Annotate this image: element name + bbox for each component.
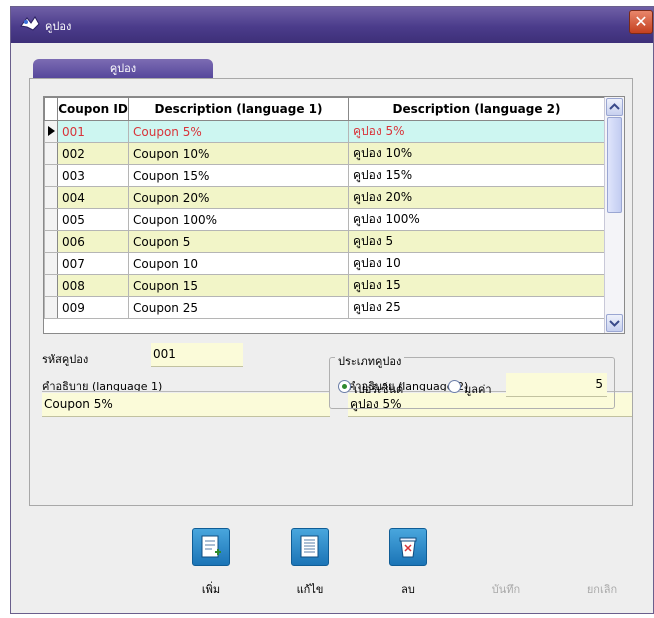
table-row[interactable]: 003 Coupon 15% คูปอง 15% xyxy=(44,164,605,187)
delete-button[interactable] xyxy=(389,528,427,566)
desc1-divider xyxy=(42,391,330,392)
desc2-cell[interactable]: คูปอง 25 xyxy=(348,296,605,319)
table-row[interactable]: 006 Coupon 5 คูปอง 5 xyxy=(44,230,605,253)
coupon-grid[interactable]: Coupon ID Description (language 1) Descr… xyxy=(43,96,625,334)
coupon-id-cell[interactable]: 004 xyxy=(57,186,129,209)
action-toolbar: เพิ่ม แก้ไข ลบ บันทึก ยกเลิก xyxy=(11,514,653,615)
scroll-thumb[interactable] xyxy=(607,117,622,213)
row-selector[interactable] xyxy=(44,296,58,319)
add-label[interactable]: เพิ่ม xyxy=(181,580,241,598)
desc1-cell[interactable]: Coupon 25 xyxy=(128,296,349,319)
window-title: คูปอง xyxy=(45,20,72,33)
table-row[interactable]: 009 Coupon 25 คูปอง 25 xyxy=(44,296,605,319)
column-header-coupon-id[interactable]: Coupon ID xyxy=(57,97,129,121)
scroll-up-button[interactable] xyxy=(606,98,623,116)
tab-coupon[interactable]: คูปอง xyxy=(33,59,213,79)
desc2-cell[interactable]: คูปอง 5% xyxy=(348,120,605,143)
row-selector[interactable] xyxy=(44,164,58,187)
table-row[interactable]: 002 Coupon 10% คูปอง 10% xyxy=(44,142,605,165)
coupon-table: Coupon ID Description (language 1) Descr… xyxy=(44,97,605,319)
coupon-id-cell[interactable]: 006 xyxy=(57,230,129,253)
column-header-desc2[interactable]: Description (language 2) xyxy=(348,97,605,121)
coupon-id-cell[interactable]: 008 xyxy=(57,274,129,297)
desc1-cell[interactable]: Coupon 100% xyxy=(128,208,349,231)
table-row[interactable]: 005 Coupon 100% คูปอง 100% xyxy=(44,208,605,231)
coupon-code-label: รหัสคูปอง xyxy=(42,353,89,366)
coupon-id-cell[interactable]: 003 xyxy=(57,164,129,187)
add-button[interactable] xyxy=(192,528,230,566)
trash-icon xyxy=(399,537,417,558)
coupon-id-cell[interactable]: 007 xyxy=(57,252,129,275)
type-percent-radio[interactable] xyxy=(338,380,351,393)
chevron-up-icon xyxy=(609,103,620,110)
edit-label[interactable]: แก้ไข xyxy=(280,580,340,598)
desc1-cell[interactable]: Coupon 5 xyxy=(128,230,349,253)
chevron-down-icon xyxy=(609,320,620,327)
row-selector[interactable] xyxy=(44,142,58,165)
add-document-icon xyxy=(201,535,221,558)
row-selector[interactable] xyxy=(44,274,58,297)
desc2-cell[interactable]: คูปอง 10 xyxy=(348,252,605,275)
table-row[interactable]: 007 Coupon 10 คูปอง 10 xyxy=(44,252,605,275)
coupon-type-group-label: ประเภทคูปอง xyxy=(335,352,405,370)
desc1-cell[interactable]: Coupon 10% xyxy=(128,142,349,165)
row-selector[interactable] xyxy=(44,186,58,209)
desc2-cell[interactable]: คูปอง 15 xyxy=(348,274,605,297)
desc2-cell[interactable]: คูปอง 15% xyxy=(348,164,605,187)
coupon-id-cell[interactable]: 002 xyxy=(57,142,129,165)
coupon-code-field[interactable]: 001 xyxy=(151,343,243,367)
desc1-field[interactable]: Coupon 5% xyxy=(42,393,330,417)
table-row[interactable]: 004 Coupon 20% คูปอง 20% xyxy=(44,186,605,209)
desc2-cell[interactable]: คูปอง 20% xyxy=(348,186,605,209)
close-icon: ✕ xyxy=(634,12,648,31)
grid-scrollbar[interactable] xyxy=(604,97,624,333)
amount-field[interactable]: 5 xyxy=(506,373,607,397)
desc1-cell[interactable]: Coupon 10 xyxy=(128,252,349,275)
desc2-cell[interactable]: คูปอง 100% xyxy=(348,208,605,231)
desc1-cell[interactable]: Coupon 15% xyxy=(128,164,349,187)
coupon-id-cell[interactable]: 001 xyxy=(57,120,129,143)
row-selector[interactable] xyxy=(44,230,58,253)
type-value-label[interactable]: มูลค่า xyxy=(464,380,492,398)
table-row[interactable]: 001 Coupon 5% คูปอง 5% xyxy=(44,120,605,143)
column-header-desc1[interactable]: Description (language 1) xyxy=(128,97,349,121)
desc1-cell[interactable]: Coupon 20% xyxy=(128,186,349,209)
row-selector-header xyxy=(44,97,58,121)
coupon-id-cell[interactable]: 009 xyxy=(57,296,129,319)
desc2-cell[interactable]: คูปอง 5 xyxy=(348,230,605,253)
coupon-id-cell[interactable]: 005 xyxy=(57,208,129,231)
row-selector[interactable] xyxy=(44,208,58,231)
type-percent-label[interactable]: เปอร์เซ็นต์ xyxy=(354,380,403,398)
scroll-down-button[interactable] xyxy=(606,314,623,332)
table-row[interactable]: 008 Coupon 15 คูปอง 15 xyxy=(44,274,605,297)
row-selector[interactable] xyxy=(44,252,58,275)
row-pointer-icon xyxy=(44,120,58,143)
title-bar[interactable]: คูปอง ✕ xyxy=(11,7,653,43)
coupon-window: คูปอง ✕ คูปอง Coupon ID Description (lan… xyxy=(10,6,654,614)
desc2-cell[interactable]: คูปอง 10% xyxy=(348,142,605,165)
desc1-cell[interactable]: Coupon 15 xyxy=(128,274,349,297)
coupon-panel: Coupon ID Description (language 1) Descr… xyxy=(29,78,633,506)
desc1-cell[interactable]: Coupon 5% xyxy=(128,120,349,143)
save-button[interactable]: บันทึก xyxy=(476,580,536,598)
table-header-row: Coupon ID Description (language 1) Descr… xyxy=(44,97,605,121)
edit-button[interactable] xyxy=(291,528,329,566)
delete-label[interactable]: ลบ xyxy=(378,580,438,598)
cancel-button[interactable]: ยกเลิก xyxy=(572,580,632,598)
type-value-radio[interactable] xyxy=(448,380,461,393)
app-logo-icon xyxy=(20,16,40,31)
close-button[interactable]: ✕ xyxy=(629,10,653,34)
edit-document-icon xyxy=(300,535,319,558)
